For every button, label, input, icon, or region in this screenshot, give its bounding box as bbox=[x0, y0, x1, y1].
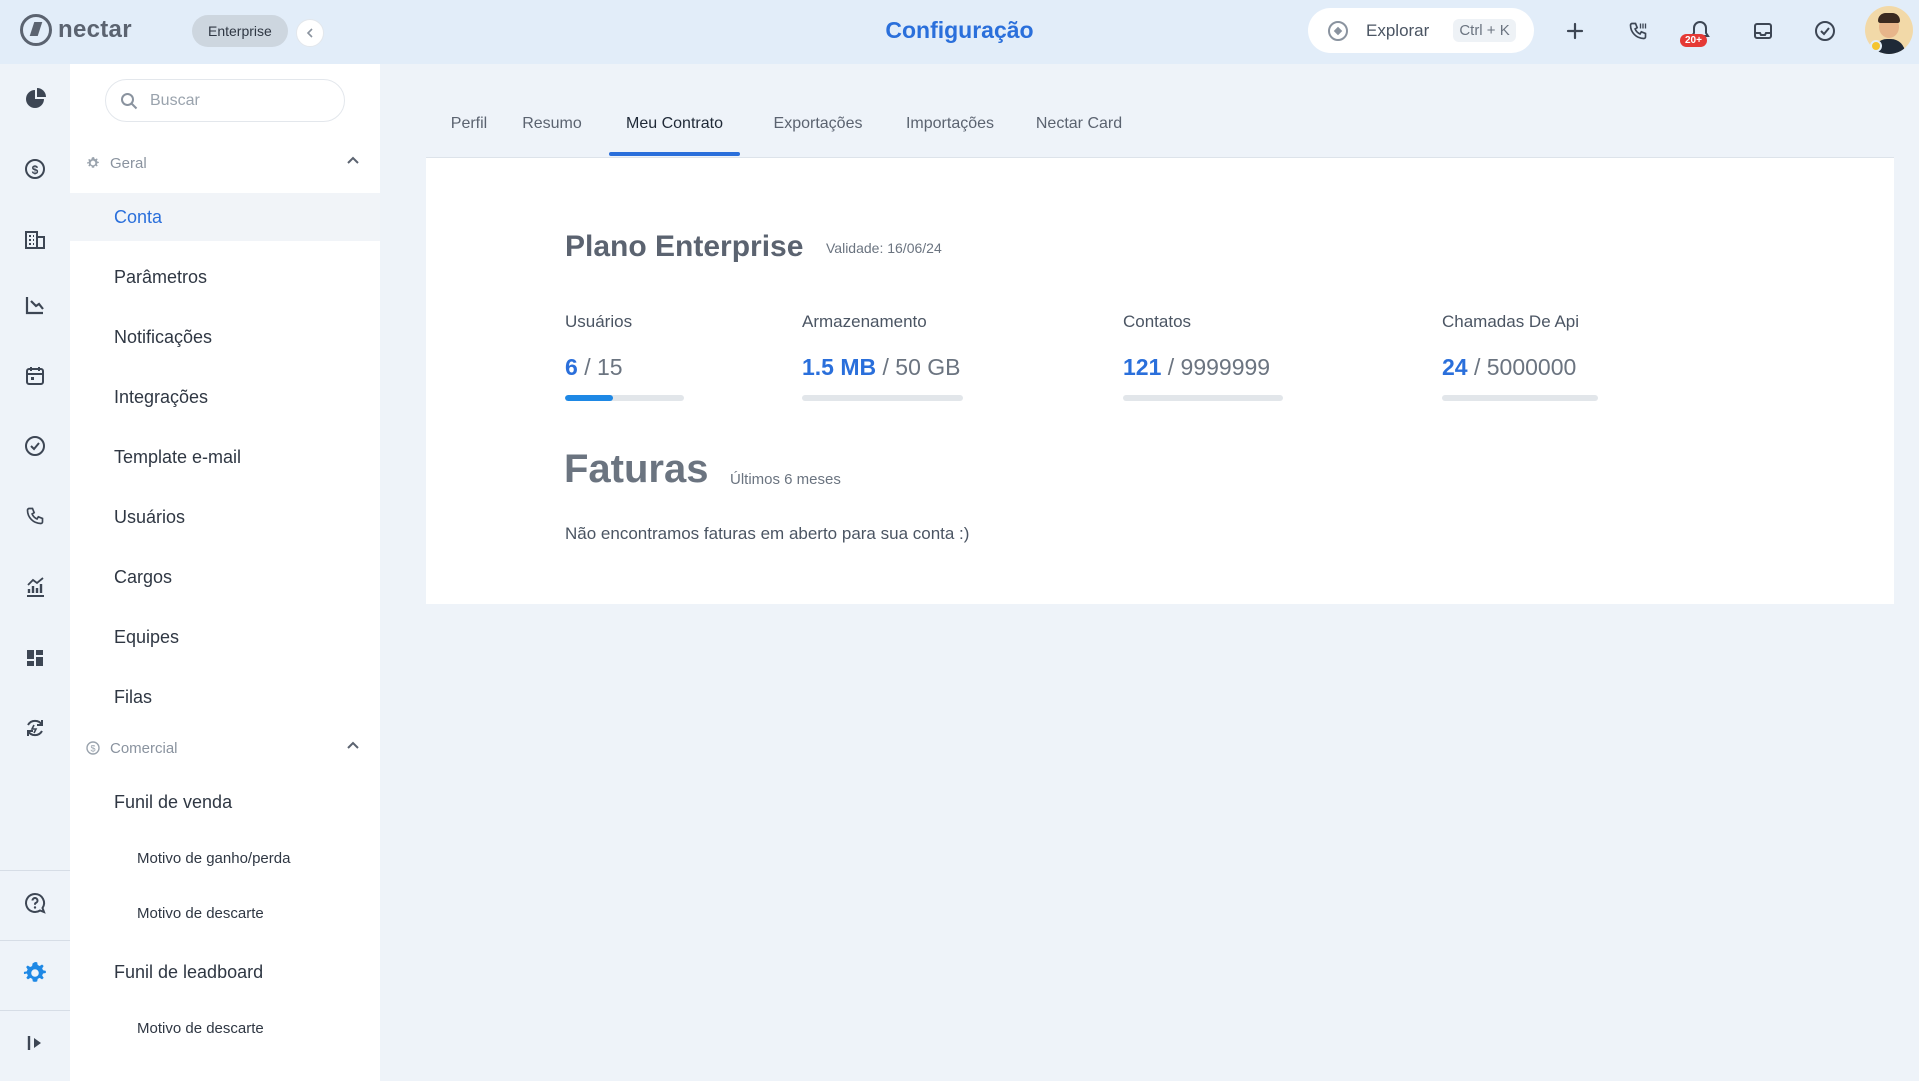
search-icon bbox=[121, 92, 138, 109]
chevron-up-icon[interactable] bbox=[346, 738, 360, 752]
usage-bar-fill bbox=[565, 395, 613, 401]
sidebar-item-conta[interactable]: Conta bbox=[70, 193, 380, 241]
tab-importacoes[interactable]: Importações bbox=[898, 96, 1002, 158]
metric-total: / 15 bbox=[584, 354, 623, 380]
sync-icon[interactable] bbox=[20, 713, 50, 743]
plus-icon[interactable] bbox=[1560, 16, 1590, 46]
logo[interactable]: nectar bbox=[20, 14, 132, 46]
expand-icon[interactable] bbox=[20, 1028, 50, 1058]
tab-perfil[interactable]: Perfil bbox=[444, 96, 494, 158]
metric-label: Contatos bbox=[1123, 312, 1192, 331]
explore-button[interactable]: Explorar Ctrl + K bbox=[1308, 8, 1534, 53]
usage-bar bbox=[1123, 395, 1283, 401]
metric-used: 24 bbox=[1442, 354, 1468, 380]
sidebar-subitem-descarte[interactable]: Motivo de descarte bbox=[70, 893, 380, 933]
active-tab-indicator bbox=[609, 152, 740, 156]
metric-contatos: Contatos 121 / 9999999 bbox=[1123, 312, 1283, 401]
sidebar-item-parametros[interactable]: Parâmetros bbox=[70, 253, 380, 301]
section-geral[interactable]: Geral bbox=[86, 151, 366, 175]
check-circle-icon[interactable] bbox=[20, 431, 50, 461]
dashboard-icon[interactable] bbox=[20, 643, 50, 673]
settings-icon[interactable] bbox=[20, 958, 50, 988]
sidebar-subitem-ganho-perda[interactable]: Motivo de ganho/perda bbox=[70, 838, 380, 878]
metric-armazenamento: Armazenamento 1.5 MB / 50 GB bbox=[802, 312, 963, 401]
dollar-icon: $ bbox=[86, 741, 100, 755]
tab-nectar-card[interactable]: Nectar Card bbox=[1030, 96, 1128, 158]
usage-bar bbox=[802, 395, 963, 401]
tab-resumo[interactable]: Resumo bbox=[520, 96, 584, 158]
usage-bar bbox=[565, 395, 684, 401]
plan-validity: Validade: 16/06/24 bbox=[826, 240, 942, 256]
chevron-up-icon[interactable] bbox=[346, 153, 360, 167]
building-icon[interactable] bbox=[20, 224, 50, 254]
phone-icon[interactable] bbox=[1623, 16, 1653, 46]
metric-chamadas-api: Chamadas De Api 24 / 5000000 bbox=[1442, 312, 1598, 401]
svg-text:$: $ bbox=[90, 744, 95, 754]
chart-down-icon[interactable] bbox=[20, 290, 50, 320]
usage-bar bbox=[1442, 395, 1598, 401]
nectar-logo-icon bbox=[20, 14, 52, 46]
plan-title: Plano Enterprise bbox=[565, 230, 804, 263]
metric-label: Usuários bbox=[565, 312, 633, 331]
sidebar-item-template-email[interactable]: Template e-mail bbox=[70, 433, 380, 481]
notification-badge: 20+ bbox=[1680, 34, 1707, 47]
check-circle-icon[interactable] bbox=[1810, 16, 1840, 46]
help-icon[interactable] bbox=[20, 888, 50, 918]
metric-used: 121 bbox=[1123, 354, 1162, 380]
invoices-title: Faturas bbox=[564, 447, 709, 491]
chevron-left-icon bbox=[306, 28, 313, 38]
brand-name: nectar bbox=[58, 16, 132, 43]
status-dot bbox=[1870, 40, 1882, 52]
metric-label: Armazenamento bbox=[802, 312, 927, 331]
sidebar-item-funil-venda[interactable]: Funil de venda bbox=[70, 778, 380, 826]
section-title: Geral bbox=[110, 154, 147, 172]
collapse-sidebar-button[interactable] bbox=[296, 19, 324, 47]
sidebar-item-cargos[interactable]: Cargos bbox=[70, 553, 380, 601]
metric-label: Chamadas De Api bbox=[1442, 312, 1580, 331]
tab-bar: Perfil Resumo Meu Contrato Exportações I… bbox=[426, 96, 1894, 158]
explore-label: Explorar bbox=[1366, 20, 1430, 40]
invoices-empty-message: Não encontramos faturas em aberto para s… bbox=[565, 524, 970, 543]
compass-icon bbox=[1328, 20, 1348, 41]
metric-total: / 5000000 bbox=[1473, 354, 1577, 380]
plan-badge: Enterprise bbox=[192, 15, 288, 47]
pie-chart-icon[interactable] bbox=[20, 84, 50, 114]
tab-meu-contrato[interactable]: Meu Contrato bbox=[609, 96, 740, 158]
sidebar-item-integracoes[interactable]: Integrações bbox=[70, 373, 380, 421]
gear-icon bbox=[87, 157, 99, 168]
analytics-icon[interactable] bbox=[20, 572, 50, 602]
dollar-icon[interactable]: $ bbox=[20, 154, 50, 184]
inbox-icon[interactable] bbox=[1748, 16, 1778, 46]
sidebar-item-usuarios[interactable]: Usuários bbox=[70, 493, 380, 541]
metric-used: 1.5 MB bbox=[802, 354, 877, 380]
phone-icon[interactable] bbox=[20, 501, 50, 531]
sidebar-item-equipes[interactable]: Equipes bbox=[70, 613, 380, 661]
shortcut-hint: Ctrl + K bbox=[1453, 19, 1516, 42]
metric-total: / 9999999 bbox=[1167, 354, 1271, 380]
top-bar: nectar Enterprise Configuração Explorar … bbox=[0, 0, 1919, 64]
tab-exportacoes[interactable]: Exportações bbox=[765, 96, 871, 158]
svg-text:$: $ bbox=[32, 163, 39, 177]
calendar-icon[interactable] bbox=[20, 361, 50, 391]
sidebar-subitem-descarte-lead[interactable]: Motivo de descarte bbox=[70, 1008, 380, 1048]
search-box[interactable] bbox=[105, 79, 345, 122]
metric-used: 6 bbox=[565, 354, 578, 380]
sidebar-item-filas[interactable]: Filas bbox=[70, 673, 380, 721]
sidebar-item-funil-leadboard[interactable]: Funil de leadboard bbox=[70, 948, 380, 996]
metric-usuarios: Usuários 6 / 15 bbox=[565, 312, 684, 401]
invoices-subtitle: Últimos 6 meses bbox=[730, 471, 841, 488]
section-title: Comercial bbox=[110, 739, 178, 757]
sidebar-item-notificacoes[interactable]: Notificações bbox=[70, 313, 380, 361]
metric-total: / 50 GB bbox=[882, 354, 961, 380]
search-input[interactable] bbox=[150, 91, 330, 110]
section-comercial[interactable]: $ Comercial bbox=[86, 736, 366, 760]
icon-rail: $ bbox=[0, 64, 70, 1081]
settings-sidebar: Geral Conta Parâmetros Notificações Inte… bbox=[70, 64, 380, 1081]
